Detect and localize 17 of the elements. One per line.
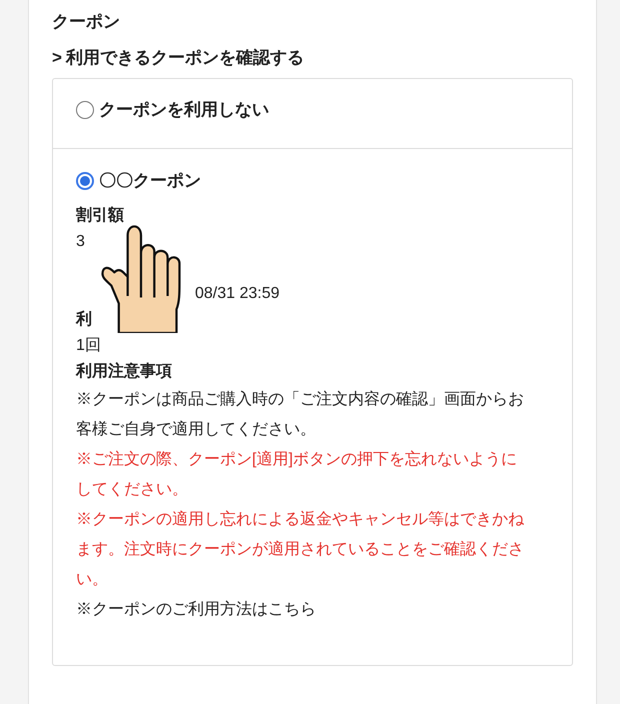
option-label: 〇〇クーポン: [99, 170, 201, 192]
warning-text: ※ご注文の際、クーポン[適用]ボタンの押下を忘れないようにしてください。: [76, 449, 518, 500]
radio-button[interactable]: [76, 172, 94, 190]
detail-label: 割引額: [76, 205, 124, 226]
note-text: ※クーポンは商品ご購入時の「ご注文内容の確認」画面からお客様ご自身で適用してください。: [76, 390, 525, 440]
detail-label: 利: [76, 310, 92, 330]
detail-value: 3: [76, 232, 85, 252]
warning-text: ※クーポンの適用し忘れによる返金やキャンセル等はできかねます。注文時にクーポンが適用されていることをご確認ください。: [76, 509, 525, 590]
section-title: クーポン: [52, 11, 121, 33]
chevron-icon: >: [52, 46, 62, 70]
coupon-list-link[interactable]: 利用できるクーポンを確認する: [66, 46, 304, 70]
detail-value: 08/31 23:59: [195, 284, 280, 304]
detail-label: 利用注意事項: [76, 361, 172, 382]
note-text: ※クーポンのご利用方法はこちら: [76, 600, 317, 620]
radio-button[interactable]: [76, 101, 94, 119]
option-label: クーポンを利用しない: [99, 99, 269, 121]
detail-value: 1回: [76, 336, 101, 356]
